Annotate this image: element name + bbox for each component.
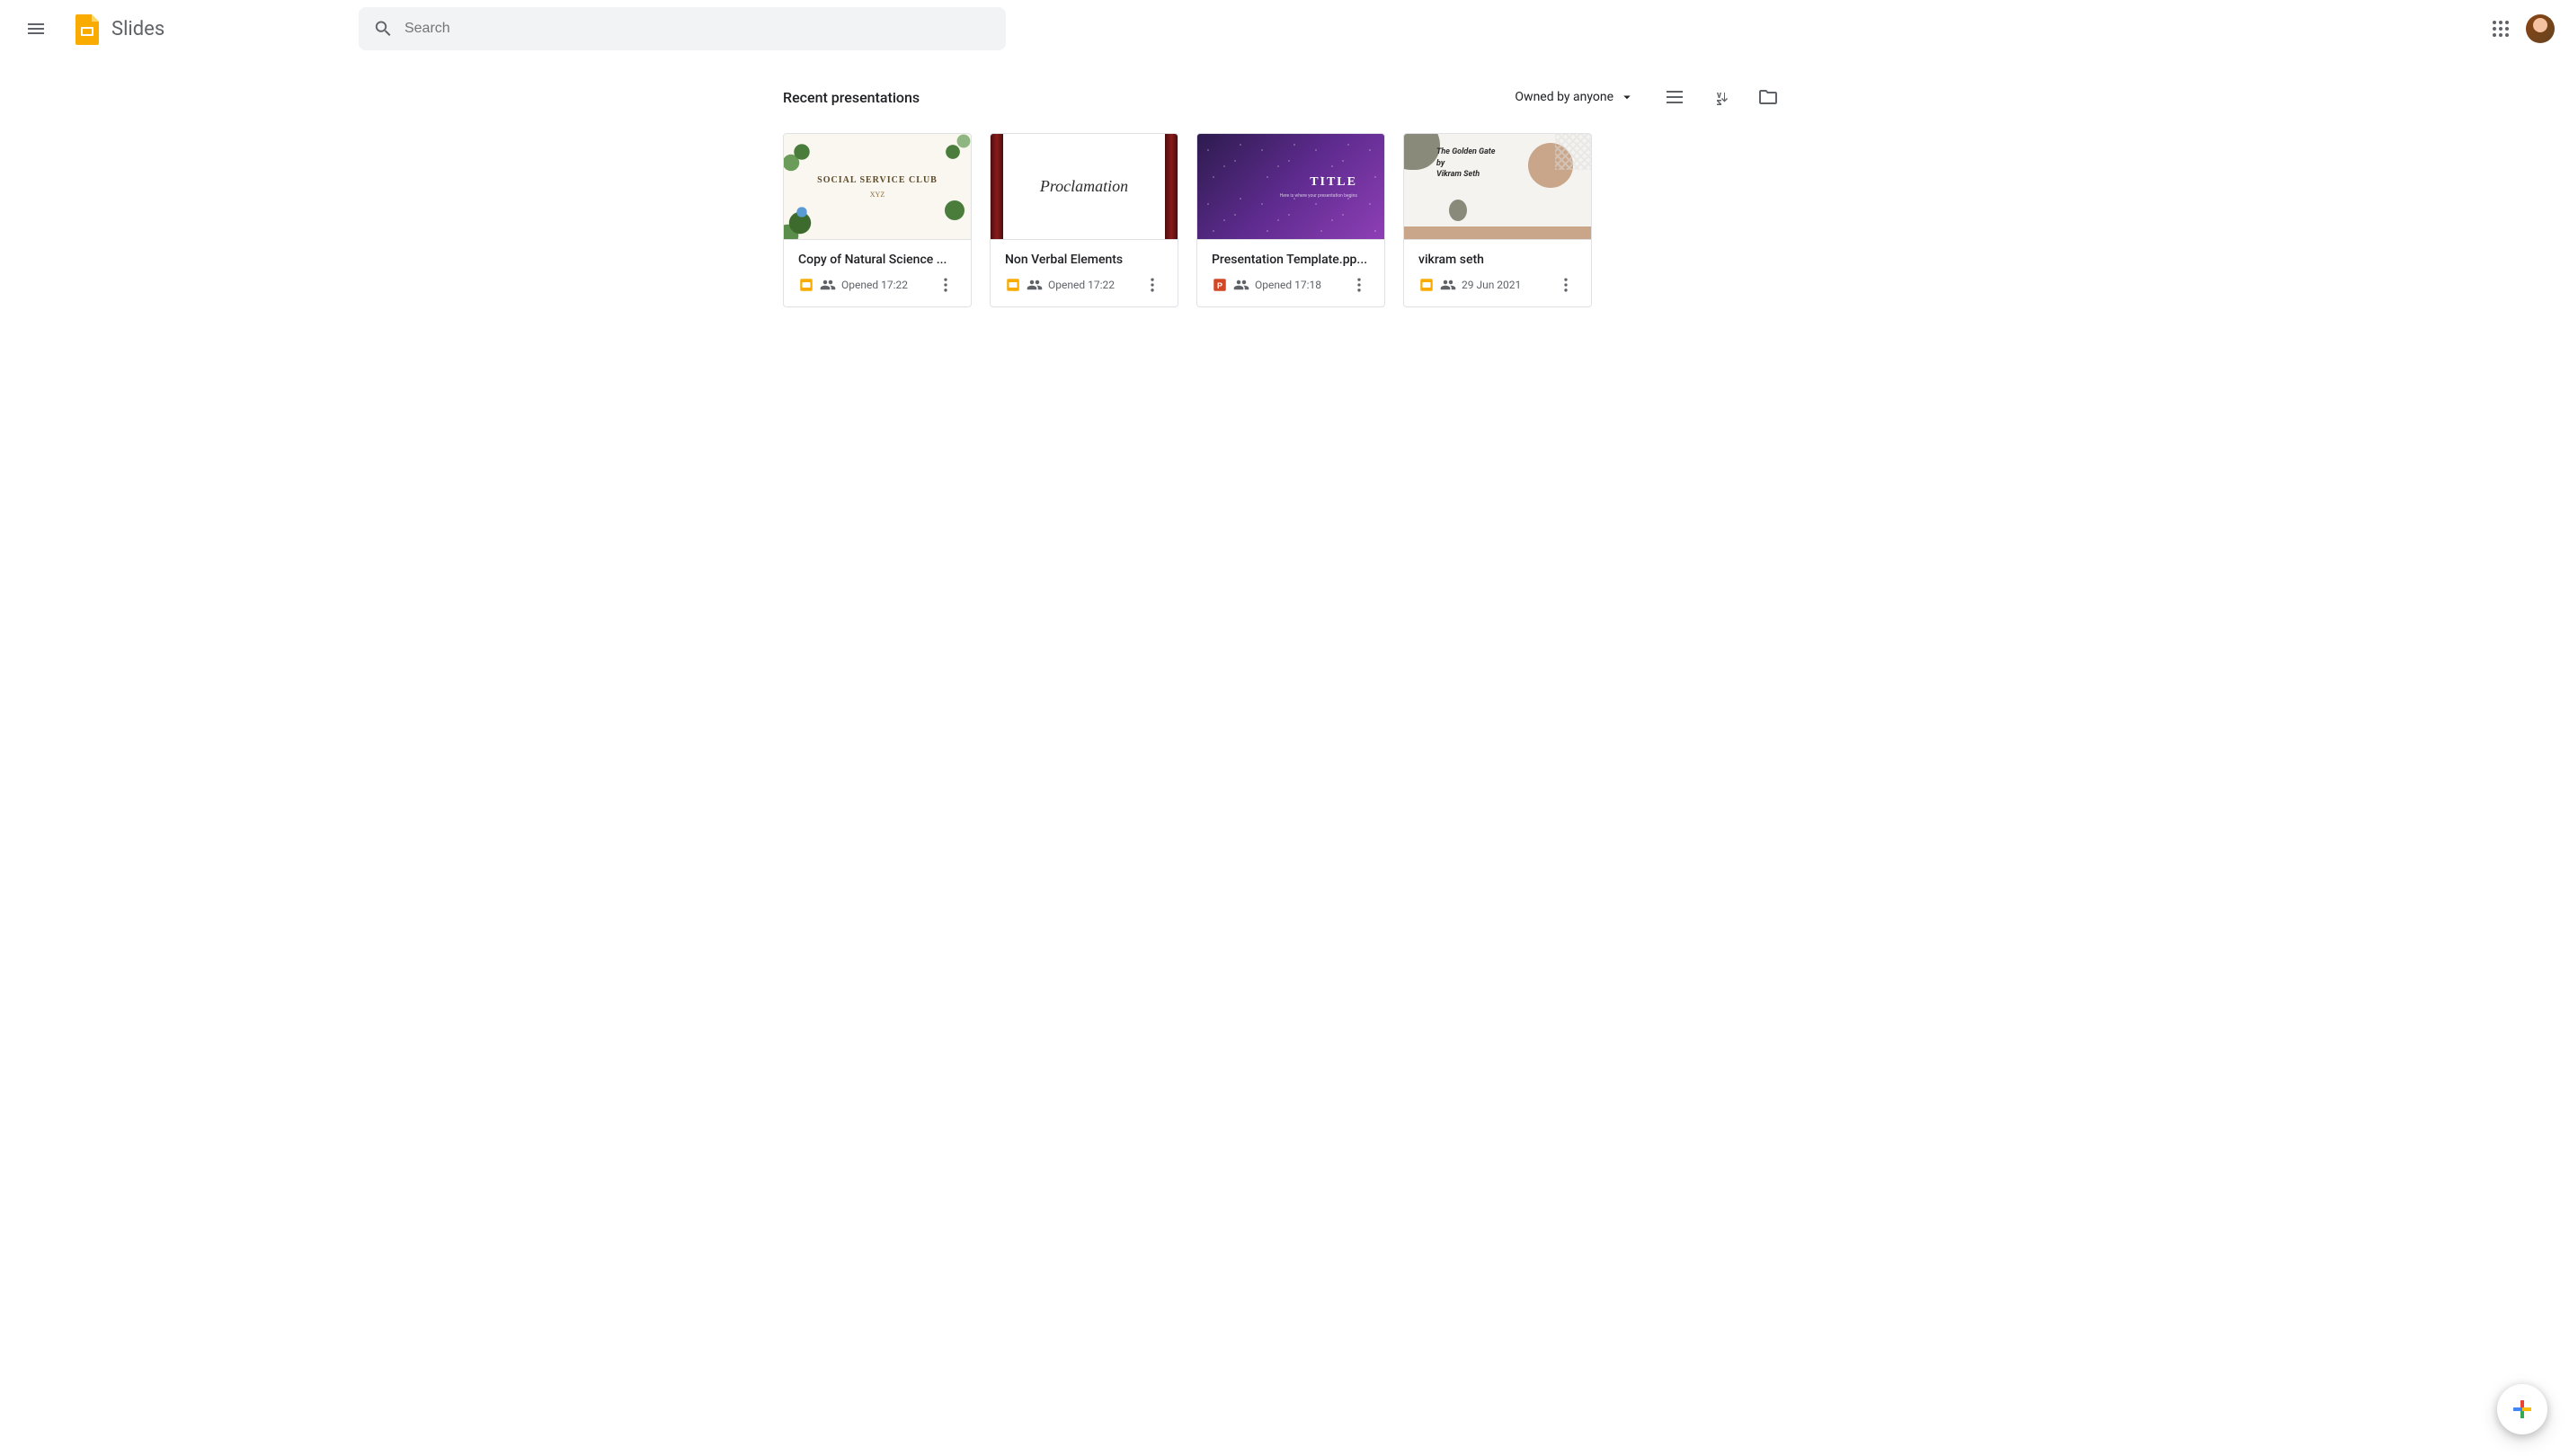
main-menu-button[interactable]	[14, 7, 58, 50]
presentation-card[interactable]: The Golden Gate by Vikram Seth vikram se…	[1403, 133, 1592, 307]
presentation-card[interactable]: SOCIAL SERVICE CLUB XYZ Copy of Natural …	[783, 133, 972, 307]
meta-text: Opened 17:22	[1048, 279, 1115, 291]
account-avatar[interactable]	[2526, 14, 2555, 43]
card-meta: Opened 17:22	[1005, 274, 1163, 296]
shared-icon	[1027, 277, 1043, 293]
hamburger-icon	[25, 18, 47, 40]
more-vert-icon	[937, 276, 955, 294]
toolbar: Recent presentations Owned by anyone	[783, 79, 1786, 115]
presentation-thumbnail: The Golden Gate by Vikram Seth	[1404, 134, 1591, 240]
apps-grid-icon	[2490, 18, 2511, 40]
card-meta: 29 Jun 2021	[1418, 274, 1577, 296]
sort-button[interactable]	[1703, 79, 1739, 115]
list-view-icon	[1664, 86, 1685, 108]
meta-text: Opened 17:22	[841, 279, 908, 291]
shared-icon	[1233, 277, 1249, 293]
card-info: Presentation Template.pp... P Opened 17:…	[1197, 240, 1384, 306]
meta-text: Opened 17:18	[1255, 279, 1321, 291]
card-info: Non Verbal Elements Opened 17:22	[991, 240, 1178, 306]
list-view-button[interactable]	[1657, 79, 1693, 115]
card-meta: Opened 17:22	[798, 274, 956, 296]
google-apps-button[interactable]	[2483, 11, 2519, 47]
presentation-title: Non Verbal Elements	[1005, 253, 1163, 267]
toolbar-icons	[1657, 79, 1786, 115]
search-icon	[373, 18, 394, 40]
sort-az-icon	[1711, 86, 1732, 108]
header: Slides	[0, 0, 2569, 58]
thumbnail-text: XYZ	[870, 191, 884, 199]
presentation-thumbnail: TITLE Here is where your presentation be…	[1197, 134, 1384, 240]
meta-text: 29 Jun 2021	[1462, 279, 1521, 291]
slides-file-icon	[1418, 277, 1435, 293]
presentation-title: Copy of Natural Science ...	[798, 253, 956, 267]
thumbnail-text: TITLE	[1310, 175, 1357, 190]
card-info: Copy of Natural Science ... Opened 17:22	[784, 240, 971, 306]
header-right	[2483, 11, 2555, 47]
slides-logo-icon	[72, 13, 104, 45]
presentation-thumbnail: SOCIAL SERVICE CLUB XYZ	[784, 134, 971, 240]
more-actions-button[interactable]	[935, 274, 956, 296]
app-name: Slides	[111, 18, 164, 40]
presentation-card[interactable]: TITLE Here is where your presentation be…	[1196, 133, 1385, 307]
presentation-title: vikram seth	[1418, 253, 1577, 267]
presentations-grid: SOCIAL SERVICE CLUB XYZ Copy of Natural …	[783, 133, 1786, 307]
card-meta: P Opened 17:18	[1212, 274, 1370, 296]
thumbnail-text: The Golden Gate by Vikram Seth	[1436, 146, 1577, 181]
shared-icon	[820, 277, 836, 293]
shared-icon	[1440, 277, 1456, 293]
more-actions-button[interactable]	[1348, 274, 1370, 296]
plus-multicolor-icon	[2506, 1393, 2538, 1425]
more-vert-icon	[1557, 276, 1575, 294]
folder-icon	[1757, 86, 1779, 108]
toolbar-right: Owned by anyone	[1515, 79, 1786, 115]
filter-label: Owned by anyone	[1515, 90, 1613, 104]
thumbnail-text: SOCIAL SERVICE CLUB	[817, 175, 938, 185]
more-actions-button[interactable]	[1142, 274, 1163, 296]
thumbnail-text: Proclamation	[1040, 177, 1128, 196]
card-info: vikram seth 29 Jun 2021	[1404, 240, 1591, 306]
more-vert-icon	[1350, 276, 1368, 294]
main-content: Recent presentations Owned by anyone	[754, 58, 1815, 329]
svg-text:P: P	[1217, 281, 1222, 290]
slides-file-icon	[1005, 277, 1021, 293]
powerpoint-file-icon: P	[1212, 277, 1228, 293]
section-title: Recent presentations	[783, 89, 920, 106]
thumbnail-text: Here is where your presentation begins	[1280, 193, 1357, 199]
presentation-title: Presentation Template.pp...	[1212, 253, 1370, 267]
create-presentation-fab[interactable]	[2497, 1384, 2547, 1434]
app-logo[interactable]: Slides	[65, 13, 172, 45]
dropdown-arrow-icon	[1619, 89, 1635, 105]
more-vert-icon	[1143, 276, 1161, 294]
more-actions-button[interactable]	[1555, 274, 1577, 296]
search-input[interactable]	[404, 21, 991, 37]
ownership-filter-dropdown[interactable]: Owned by anyone	[1515, 89, 1635, 105]
open-file-picker-button[interactable]	[1750, 79, 1786, 115]
slides-file-icon	[798, 277, 814, 293]
presentation-thumbnail: Proclamation	[991, 134, 1178, 240]
presentation-card[interactable]: Proclamation Non Verbal Elements Opened …	[990, 133, 1178, 307]
search-bar[interactable]	[359, 7, 1006, 50]
